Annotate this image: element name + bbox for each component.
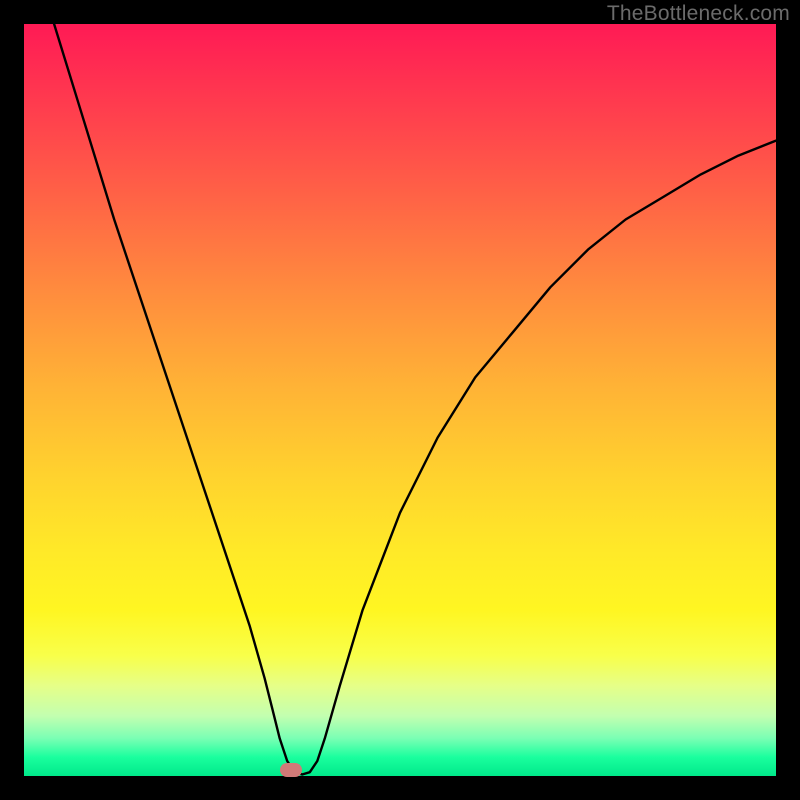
plot-area	[24, 24, 776, 776]
chart-frame: TheBottleneck.com	[0, 0, 800, 800]
bottleneck-curve	[24, 24, 776, 776]
watermark-text: TheBottleneck.com	[607, 2, 790, 26]
optimal-point-marker	[280, 763, 302, 777]
